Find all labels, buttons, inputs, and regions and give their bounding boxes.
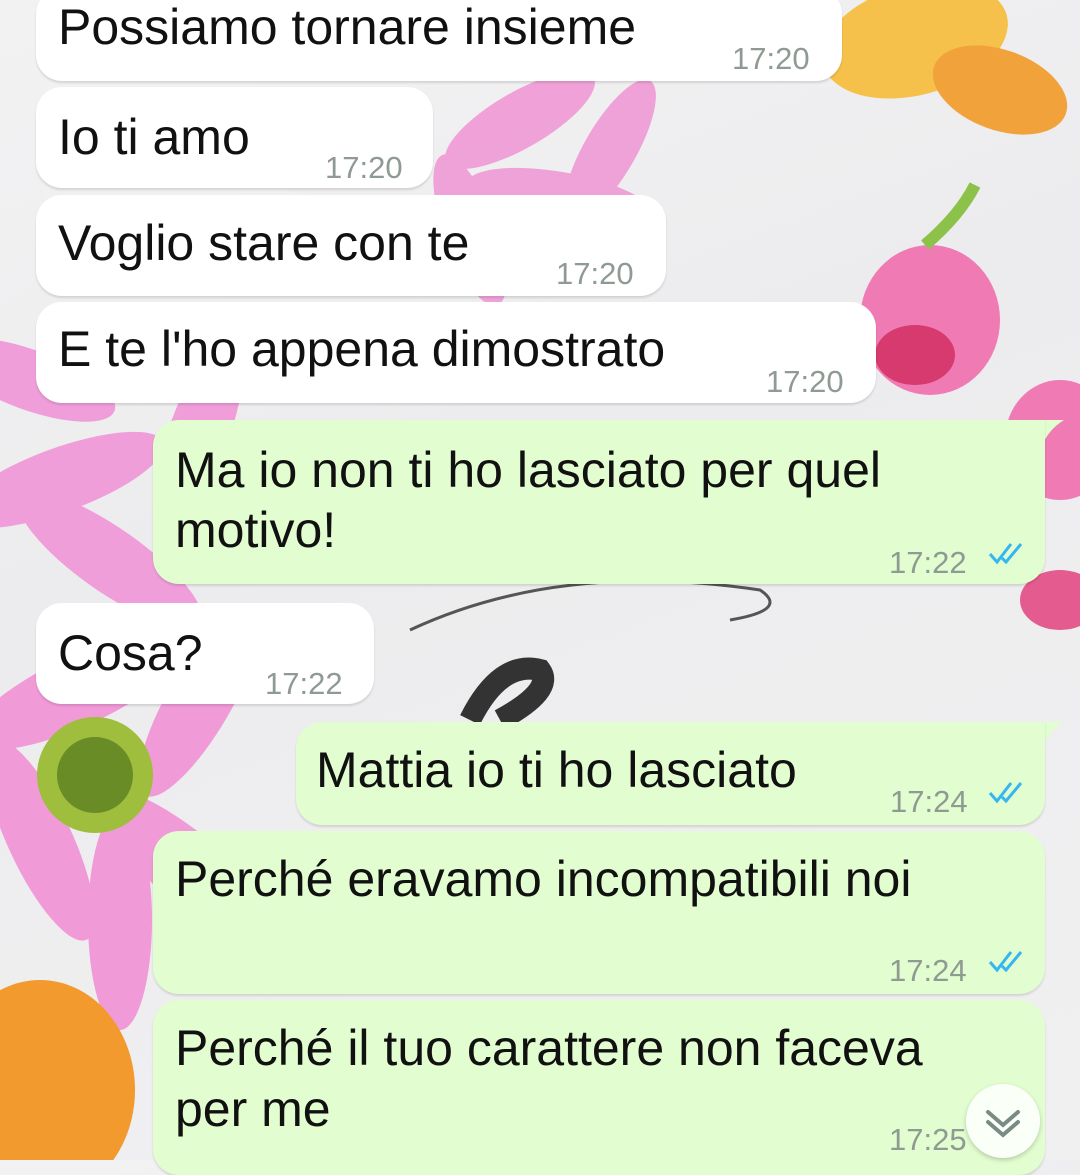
message-text-line: motivo! [175, 502, 337, 558]
message-incoming[interactable]: Io ti amo 17:20 [36, 87, 433, 188]
double-check-icon [988, 543, 1023, 565]
scroll-to-bottom-button[interactable] [966, 1084, 1040, 1158]
message-text: Cosa? [58, 625, 203, 681]
message-time: 17:20 [766, 364, 844, 399]
message-time: 17:22 [265, 666, 343, 701]
double-check-icon [988, 782, 1023, 804]
message-outgoing[interactable]: Perché il tuo carattere non faceva per m… [153, 1000, 1045, 1175]
message-time: 17:20 [732, 41, 810, 76]
message-text: Voglio stare con te [58, 215, 470, 271]
message-incoming[interactable]: Possiamo tornare insieme 17:20 [36, 0, 842, 81]
message-incoming[interactable]: Cosa? 17:22 [36, 603, 374, 704]
message-text: Possiamo tornare insieme [58, 0, 637, 55]
double-check-icon [988, 951, 1023, 973]
message-outgoing[interactable]: Ma io non ti ho lasciato per quel motivo… [153, 420, 1045, 584]
message-text-line: Perché il tuo carattere non faceva [175, 1020, 923, 1076]
message-text: Mattia io ti ho lasciato [316, 742, 797, 798]
message-incoming[interactable]: E te l'ho appena dimostrato 17:20 [36, 302, 876, 403]
message-text: Perché eravamo incompatibili noi [175, 851, 912, 907]
message-text: Io ti amo [58, 109, 250, 165]
message-text-line: Ma io non ti ho lasciato per quel [175, 442, 881, 498]
message-outgoing[interactable]: Mattia io ti ho lasciato 17:24 [296, 722, 1045, 825]
message-time: 17:20 [556, 256, 634, 291]
chevron-down-icon [986, 1110, 1020, 1138]
message-text: E te l'ho appena dimostrato [58, 321, 666, 377]
message-time: 17:22 [889, 545, 967, 580]
message-time: 17:24 [890, 784, 968, 819]
message-outgoing[interactable]: Perché eravamo incompatibili noi 17:24 [153, 831, 1045, 994]
message-incoming[interactable]: Voglio stare con te 17:20 [36, 195, 666, 296]
message-time: 17:20 [325, 150, 403, 185]
message-time: 17:24 [889, 953, 967, 988]
message-time: 17:25 [889, 1122, 967, 1157]
message-text-line: per me [175, 1081, 331, 1137]
